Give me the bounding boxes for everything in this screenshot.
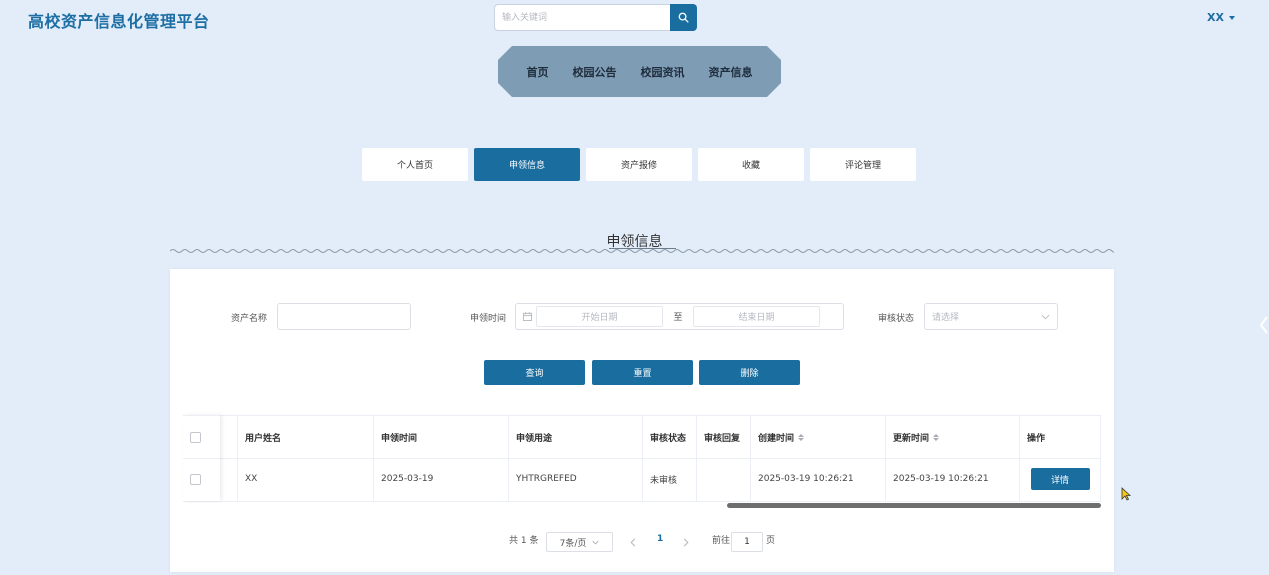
search-input[interactable]: [494, 4, 670, 31]
profile-tabs: 个人首页 申领信息 资产报修 收藏 评论管理: [362, 148, 916, 181]
row-checkbox[interactable]: [190, 473, 201, 485]
tab-apply-info[interactable]: 申领信息: [474, 148, 580, 181]
user-name: XX: [1207, 11, 1224, 24]
delete-button[interactable]: 删除: [699, 360, 800, 385]
tab-comment-management[interactable]: 评论管理: [810, 148, 916, 181]
search-bar: [494, 4, 697, 31]
side-chevron-icon[interactable]: [1256, 314, 1269, 336]
detail-button[interactable]: 详情: [1030, 468, 1090, 490]
next-page-icon[interactable]: [683, 538, 689, 547]
col-purpose: 申领用途: [508, 416, 642, 458]
tab-asset-repair[interactable]: 资产报修: [586, 148, 692, 181]
title-underline: [609, 248, 676, 249]
table-row: XX 2025-03-19 YHTRGREFED 未审核 2025-03-19 …: [183, 457, 1101, 502]
select-all-checkbox[interactable]: [190, 431, 201, 443]
header-checkbox-cell: [183, 416, 237, 458]
end-date-input[interactable]: 结束日期: [693, 306, 820, 327]
cell-updated-at: 2025-03-19 10:26:21: [885, 457, 1019, 501]
range-separator: 至: [673, 313, 683, 323]
search-icon: [678, 12, 689, 23]
cell-action: 详情: [1019, 457, 1101, 501]
col-review-status: 审核状态: [642, 416, 696, 458]
nav-item-news[interactable]: 校园资讯: [641, 64, 685, 80]
search-button[interactable]: [670, 4, 697, 31]
review-status-select[interactable]: 请选择: [924, 303, 1058, 330]
pagination-total: 共 1 条: [509, 535, 539, 546]
apply-time-label: 申领时间: [470, 314, 507, 324]
start-date-input[interactable]: 开始日期: [536, 306, 663, 327]
cell-purpose: YHTRGREFED: [508, 457, 642, 501]
current-page[interactable]: 1: [657, 528, 663, 550]
col-user-name: 用户姓名: [237, 416, 373, 458]
apply-table: 用户姓名 申领时间 申领用途 审核状态 审核回复 创建时间 更新时间 操作 XX…: [183, 415, 1101, 502]
table-header: 用户姓名 申领时间 申领用途 审核状态 审核回复 创建时间 更新时间 操作: [183, 415, 1101, 459]
nav-item-assets[interactable]: 资产信息: [709, 64, 753, 80]
col-review-reply: 审核回复: [696, 416, 750, 458]
cell-created-at: 2025-03-19 10:26:21: [750, 457, 885, 501]
col-updated-at[interactable]: 更新时间: [885, 416, 1019, 458]
user-menu[interactable]: XX: [1207, 11, 1235, 24]
sort-icon[interactable]: [798, 433, 805, 441]
col-action: 操作: [1019, 416, 1101, 458]
col-created-at[interactable]: 创建时间: [750, 416, 885, 458]
cell-review-status: 未审核: [642, 457, 696, 501]
site-title: 高校资产信息化管理平台: [28, 12, 210, 31]
main-nav: 首页 校园公告 校园资讯 资产信息: [498, 46, 781, 97]
asset-name-input[interactable]: [277, 303, 411, 330]
table-scrollbar[interactable]: [727, 503, 1101, 508]
nav-item-announcements[interactable]: 校园公告: [573, 64, 617, 80]
tab-favorites[interactable]: 收藏: [698, 148, 804, 181]
col-created-at-label: 创建时间: [758, 433, 795, 444]
goto-page-input[interactable]: 1: [731, 532, 763, 552]
row-checkbox-cell: [183, 457, 237, 501]
chevron-down-icon: [1041, 314, 1050, 319]
nav-item-home[interactable]: 首页: [527, 64, 549, 80]
asset-name-label: 资产名称: [231, 314, 268, 324]
query-button[interactable]: 查询: [484, 360, 585, 385]
reset-button[interactable]: 重置: [592, 360, 693, 385]
caret-down-icon: [1228, 15, 1235, 20]
page-size-value: 7条/页: [559, 538, 587, 549]
apply-time-range[interactable]: 开始日期 至 结束日期: [515, 303, 844, 330]
mouse-cursor-icon: [1121, 487, 1131, 501]
page-suffix: 页: [766, 535, 776, 546]
page-size-select[interactable]: 7条/页: [546, 532, 613, 552]
goto-label: 前往: [712, 535, 731, 546]
sort-icon[interactable]: [933, 433, 940, 441]
review-status-placeholder: 请选择: [932, 313, 960, 323]
chevron-down-icon: [592, 540, 599, 544]
col-apply-time: 申领时间: [373, 416, 508, 458]
cell-apply-time: 2025-03-19: [373, 457, 508, 501]
cell-review-reply: [696, 457, 750, 501]
prev-page-icon[interactable]: [630, 538, 636, 547]
col-updated-at-label: 更新时间: [893, 433, 930, 444]
cell-user-name: XX: [237, 457, 373, 501]
tab-personal-home[interactable]: 个人首页: [362, 148, 468, 181]
review-status-label: 审核状态: [878, 314, 915, 324]
calendar-icon: [523, 312, 532, 321]
